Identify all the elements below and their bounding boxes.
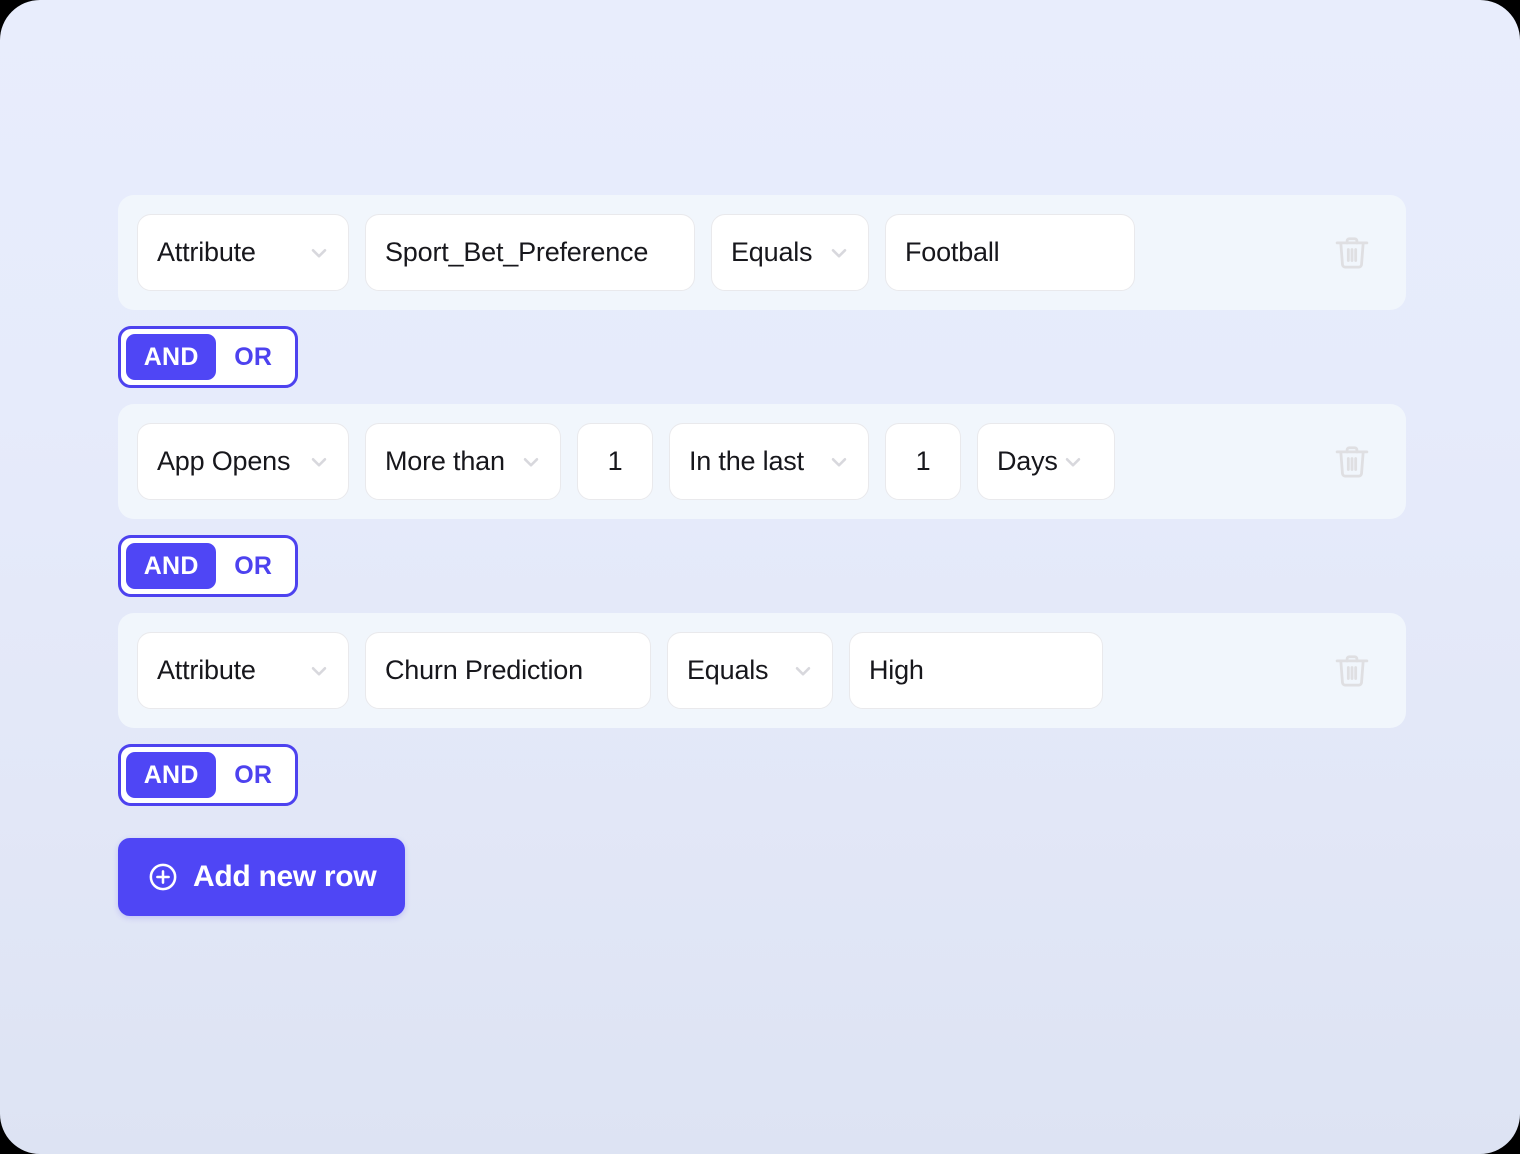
row-1-attribute-select[interactable]: Sport_Bet_Preference: [365, 214, 695, 291]
chevron-down-icon: [790, 658, 816, 684]
logic-toggle-or[interactable]: OR: [216, 543, 290, 589]
segment-rule-builder: Attribute Sport_Bet_Preference Equals Foo…: [118, 195, 1406, 916]
row-3-operator-select[interactable]: Equals: [667, 632, 833, 709]
logic-toggle-2[interactable]: AND OR: [118, 535, 298, 597]
row-1-source-select-label: Attribute: [157, 237, 256, 267]
row-3-attribute-select[interactable]: Churn Prediction: [365, 632, 651, 709]
logic-toggle-and[interactable]: AND: [126, 334, 217, 380]
row-2-duration-input-label: 1: [915, 446, 931, 476]
row-2-unit-select[interactable]: Days: [977, 423, 1115, 500]
trash-icon: [1331, 650, 1373, 692]
delete-row-button[interactable]: [1331, 650, 1373, 692]
row-2-count-input-label: 1: [607, 446, 623, 476]
chevron-down-icon: [826, 449, 852, 475]
row-2-duration-input[interactable]: 1: [885, 423, 961, 500]
row-2-operator-select[interactable]: More than: [365, 423, 561, 500]
chevron-down-icon: [518, 449, 544, 475]
logic-toggle-wrap: AND OR: [118, 744, 1406, 806]
row-3-value-input-label: High: [869, 655, 924, 685]
chevron-down-icon: [306, 449, 332, 475]
condition-row-3: Attribute Churn Prediction Equals High: [118, 613, 1406, 728]
logic-toggle-wrap: AND OR: [118, 535, 1406, 597]
plus-circle-icon: [147, 861, 179, 893]
chevron-down-icon: [306, 658, 332, 684]
row-2-unit-select-label: Days: [997, 446, 1058, 476]
page-root: Attribute Sport_Bet_Preference Equals Foo…: [0, 0, 1520, 1154]
row-1-operator-select[interactable]: Equals: [711, 214, 869, 291]
add-new-row-button[interactable]: Add new row: [118, 838, 406, 916]
logic-toggle-or[interactable]: OR: [216, 752, 290, 798]
logic-toggle-and[interactable]: AND: [126, 543, 217, 589]
row-3-attribute-select-label: Churn Prediction: [385, 655, 583, 685]
row-2-timeframe-select[interactable]: In the last: [669, 423, 869, 500]
row-2-source-select[interactable]: App Opens: [137, 423, 349, 500]
trash-icon: [1331, 232, 1373, 274]
row-2-source-select-label: App Opens: [157, 446, 291, 476]
delete-row-button[interactable]: [1331, 441, 1373, 483]
row-3-operator-select-label: Equals: [687, 655, 769, 685]
chevron-down-icon: [826, 240, 852, 266]
row-1-value-input-label: Football: [905, 237, 1000, 267]
logic-toggle-wrap: AND OR: [118, 326, 1406, 388]
row-3-source-select[interactable]: Attribute: [137, 632, 349, 709]
row-1-source-select[interactable]: Attribute: [137, 214, 349, 291]
logic-toggle-3[interactable]: AND OR: [118, 744, 298, 806]
add-new-row-label: Add new row: [193, 860, 377, 893]
row-2-count-input[interactable]: 1: [577, 423, 653, 500]
logic-toggle-and[interactable]: AND: [126, 752, 217, 798]
row-1-value-input[interactable]: Football: [885, 214, 1135, 291]
row-3-value-input[interactable]: High: [849, 632, 1103, 709]
row-2-timeframe-select-label: In the last: [689, 446, 804, 476]
logic-toggle-or[interactable]: OR: [216, 334, 290, 380]
row-1-operator-select-label: Equals: [731, 237, 813, 267]
condition-row-1: Attribute Sport_Bet_Preference Equals Foo…: [118, 195, 1406, 310]
logic-toggle-1[interactable]: AND OR: [118, 326, 298, 388]
chevron-down-icon: [1060, 449, 1086, 475]
row-3-source-select-label: Attribute: [157, 655, 256, 685]
condition-row-2: App Opens More than 1 In the last 1 Days: [118, 404, 1406, 519]
trash-icon: [1331, 441, 1373, 483]
row-2-operator-select-label: More than: [385, 446, 505, 476]
chevron-down-icon: [306, 240, 332, 266]
delete-row-button[interactable]: [1331, 232, 1373, 274]
row-1-attribute-select-label: Sport_Bet_Preference: [385, 237, 649, 267]
